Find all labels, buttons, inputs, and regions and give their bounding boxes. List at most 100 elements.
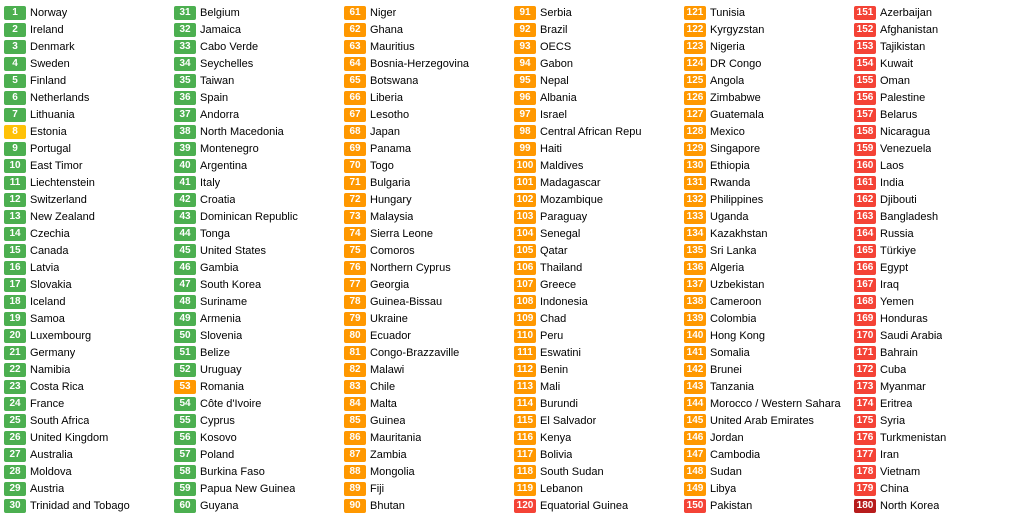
rank-badge: 170: [854, 329, 876, 343]
rank-badge: 56: [174, 431, 196, 445]
country-name: Iraq: [880, 279, 899, 291]
rank-badge: 4: [4, 57, 26, 71]
rank-badge: 84: [344, 397, 366, 411]
country-name: Madagascar: [540, 177, 601, 189]
country-name: Ecuador: [370, 330, 411, 342]
rank-badge: 157: [854, 108, 876, 122]
rank-badge: 125: [684, 74, 706, 88]
country-name: Austria: [30, 483, 64, 495]
country-name: DR Congo: [710, 58, 761, 70]
rank-badge: 24: [4, 397, 26, 411]
country-name: Seychelles: [200, 58, 253, 70]
list-item: 109Chad: [514, 310, 680, 327]
list-item: 156Palestine: [854, 89, 1020, 106]
list-item: 69Panama: [344, 140, 510, 157]
country-name: Comoros: [370, 245, 415, 257]
list-item: 59Papua New Guinea: [174, 480, 340, 497]
rank-badge: 104: [514, 227, 536, 241]
list-item: 119Lebanon: [514, 480, 680, 497]
list-item: 164Russia: [854, 225, 1020, 242]
country-name: Ukraine: [370, 313, 408, 325]
column-3: 61Niger62Ghana63Mauritius64Bosnia-Herzeg…: [342, 4, 512, 514]
country-name: Palestine: [880, 92, 925, 104]
list-item: 97Israel: [514, 106, 680, 123]
country-name: Bahrain: [880, 347, 918, 359]
rank-badge: 122: [684, 23, 706, 37]
list-item: 38North Macedonia: [174, 123, 340, 140]
list-item: 160Laos: [854, 157, 1020, 174]
country-name: Pakistan: [710, 500, 752, 512]
rank-badge: 133: [684, 210, 706, 224]
country-name: Serbia: [540, 7, 572, 19]
country-name: Sierra Leone: [370, 228, 433, 240]
rank-badge: 102: [514, 193, 536, 207]
country-name: Malaysia: [370, 211, 413, 223]
rank-badge: 72: [344, 193, 366, 207]
rank-badge: 115: [514, 414, 536, 428]
rank-badge: 34: [174, 57, 196, 71]
country-name: Samoa: [30, 313, 65, 325]
country-name: Nigeria: [710, 41, 745, 53]
rank-badge: 145: [684, 414, 706, 428]
list-item: 40Argentina: [174, 157, 340, 174]
country-name: Burkina Faso: [200, 466, 265, 478]
rank-badge: 136: [684, 261, 706, 275]
rank-badge: 165: [854, 244, 876, 258]
country-name: Gabon: [540, 58, 573, 70]
list-item: 48Suriname: [174, 293, 340, 310]
country-name: Thailand: [540, 262, 582, 274]
country-name: Kenya: [540, 432, 571, 444]
rank-badge: 35: [174, 74, 196, 88]
list-item: 65Botswana: [344, 72, 510, 89]
list-item: 32Jamaica: [174, 21, 340, 38]
list-item: 124DR Congo: [684, 55, 850, 72]
country-name: Israel: [540, 109, 567, 121]
list-item: 126Zimbabwe: [684, 89, 850, 106]
list-item: 114Burundi: [514, 395, 680, 412]
list-item: 61Niger: [344, 4, 510, 21]
list-item: 88Mongolia: [344, 463, 510, 480]
rank-badge: 83: [344, 380, 366, 394]
rank-badge: 100: [514, 159, 536, 173]
country-name: South Africa: [30, 415, 89, 427]
rank-badge: 179: [854, 482, 876, 496]
country-name: Jamaica: [200, 24, 241, 36]
country-name: Germany: [30, 347, 75, 359]
list-item: 129Singapore: [684, 140, 850, 157]
country-name: Eritrea: [880, 398, 912, 410]
list-item: 34 Seychelles: [174, 55, 340, 72]
country-name: Rwanda: [710, 177, 750, 189]
rank-badge: 168: [854, 295, 876, 309]
country-name: Iran: [880, 449, 899, 461]
country-name: Haiti: [540, 143, 562, 155]
country-name: Mauritania: [370, 432, 421, 444]
rank-badge: 119: [514, 482, 536, 496]
list-item: 155Oman: [854, 72, 1020, 89]
list-item: 110Peru: [514, 327, 680, 344]
rank-badge: 169: [854, 312, 876, 326]
country-name: Brazil: [540, 24, 568, 36]
list-item: 143Tanzania: [684, 378, 850, 395]
country-name: Bosnia-Herzegovina: [370, 58, 469, 70]
list-item: 24France: [4, 395, 170, 412]
country-name: Tonga: [200, 228, 230, 240]
list-item: 35Taiwan: [174, 72, 340, 89]
country-name: Guinea-Bissau: [370, 296, 442, 308]
country-name: Senegal: [540, 228, 580, 240]
country-name: Lithuania: [30, 109, 75, 121]
list-item: 146Jordan: [684, 429, 850, 446]
country-name: Mongolia: [370, 466, 415, 478]
rank-badge: 80: [344, 329, 366, 343]
rank-badge: 148: [684, 465, 706, 479]
list-item: 4Sweden: [4, 55, 170, 72]
list-item: 118South Sudan: [514, 463, 680, 480]
list-item: 10East Timor: [4, 157, 170, 174]
country-name: Angola: [710, 75, 744, 87]
country-name: East Timor: [30, 160, 83, 172]
list-item: 2Ireland: [4, 21, 170, 38]
list-item: 83Chile: [344, 378, 510, 395]
list-item: 54Côte d'Ivoire: [174, 395, 340, 412]
rank-badge: 52: [174, 363, 196, 377]
rank-badge: 2: [4, 23, 26, 37]
list-item: 120Equatorial Guinea: [514, 497, 680, 514]
